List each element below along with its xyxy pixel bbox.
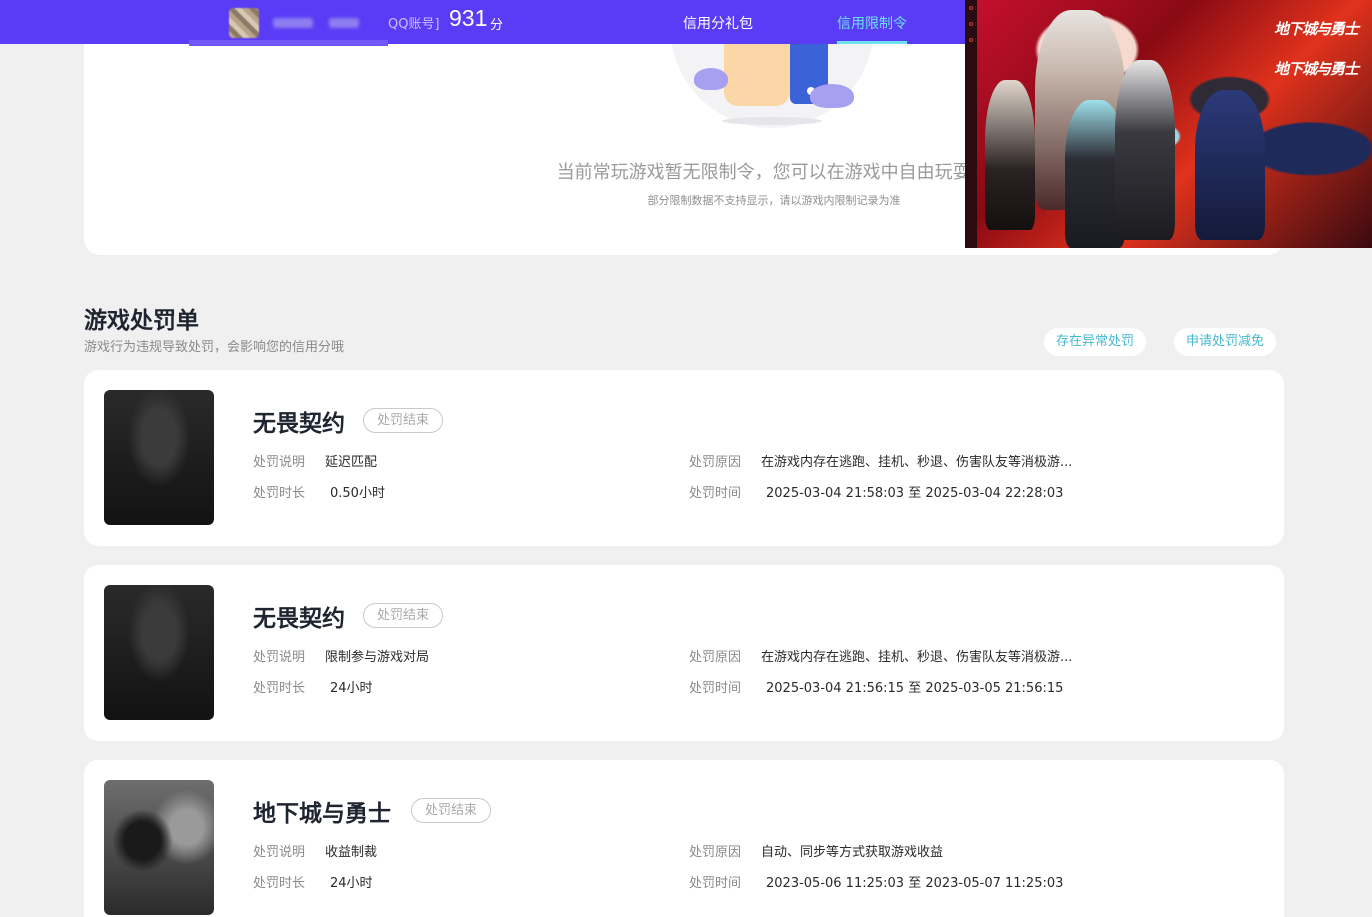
- penalty-reason-value: 在游戏内存在逃跑、挂机、秒退、伤害队友等消极游...: [761, 455, 1073, 470]
- qq-number-blurred: [329, 18, 359, 28]
- avatar[interactable]: [229, 8, 259, 38]
- penalty-reason-label: 处罚原因: [689, 845, 742, 860]
- penalty-time-label: 处罚时间: [689, 876, 742, 891]
- penalty-duration-value: 0.50小时: [330, 486, 385, 501]
- dnf-logo: 地下城与勇士: [1273, 20, 1359, 38]
- penalty-card[interactable]: 无畏契约 处罚结束 处罚说明 延迟匹配 处罚时长 0.50小时 处罚原因 在游戏…: [84, 370, 1284, 546]
- game-thumbnail: [104, 780, 214, 915]
- penalty-reason-value: 在游戏内存在逃跑、挂机、秒退、伤害队友等消极游...: [761, 650, 1073, 665]
- penalty-reason-value: 自动、同步等方式获取游戏收益: [761, 845, 944, 860]
- penalty-section-subtitle: 游戏行为违规导致处罚，会影响您的信用分哦: [84, 340, 345, 355]
- game-title: 无畏契约: [253, 411, 345, 437]
- penalty-time-label: 处罚时间: [689, 486, 742, 501]
- penalty-time-value: 2025-03-04 21:56:15 至 2025-03-05 21:56:1…: [766, 681, 1064, 696]
- penalty-desc-label: 处罚说明: [253, 845, 306, 860]
- tab-credit-gift[interactable]: 信用分礼包: [683, 13, 753, 33]
- apply-penalty-reduction-button[interactable]: 申请处罚减免: [1174, 328, 1277, 356]
- status-badge: 处罚结束: [411, 798, 492, 823]
- penalty-duration-label: 处罚时长: [253, 486, 306, 501]
- penalty-time-label: 处罚时间: [689, 681, 742, 696]
- penalty-card[interactable]: 地下城与勇士 处罚结束 处罚说明 收益制裁 处罚时长 24小时 处罚原因 自动、…: [84, 760, 1284, 917]
- game-title: 地下城与勇士: [253, 801, 391, 827]
- penalty-desc-label: 处罚说明: [253, 455, 306, 470]
- nickname-blurred: [273, 18, 313, 28]
- game-title: 无畏契约: [253, 606, 345, 632]
- status-badge: 处罚结束: [363, 408, 444, 433]
- penalty-desc-label: 处罚说明: [253, 650, 306, 665]
- game-thumbnail: [104, 585, 214, 720]
- penalty-desc-value: 延迟匹配: [325, 455, 378, 470]
- penalty-duration-label: 处罚时长: [253, 876, 306, 891]
- qq-account-label: QQ账号]: [388, 17, 440, 32]
- penalty-time-value: 2025-03-04 21:58:03 至 2025-03-04 22:28:0…: [766, 486, 1064, 501]
- penalty-card[interactable]: 无畏契约 处罚结束 处罚说明 限制参与游戏对局 处罚时长 24小时 处罚原因 在…: [84, 565, 1284, 741]
- penalty-reason-label: 处罚原因: [689, 650, 742, 665]
- credit-score-unit: 分: [490, 18, 504, 33]
- penalty-section-title: 游戏处罚单: [84, 308, 199, 334]
- penalty-duration-value: 24小时: [330, 681, 373, 696]
- game-thumbnail: [104, 390, 214, 525]
- penalty-desc-value: 收益制裁: [325, 845, 378, 860]
- penalty-duration-value: 24小时: [330, 876, 373, 891]
- user-info[interactable]: [189, 0, 388, 46]
- penalty-time-value: 2023-05-06 11:25:03 至 2023-05-07 11:25:0…: [766, 876, 1064, 891]
- active-tab-indicator: [837, 41, 907, 44]
- report-abnormal-penalty-button[interactable]: 存在异常处罚: [1044, 328, 1147, 356]
- penalty-duration-label: 处罚时长: [253, 681, 306, 696]
- status-badge: 处罚结束: [363, 603, 444, 628]
- credit-score: 931: [449, 5, 488, 31]
- dnf-logo-secondary: 地下城与勇士: [1273, 60, 1359, 78]
- penalty-desc-value: 限制参与游戏对局: [325, 650, 430, 665]
- penalty-reason-label: 处罚原因: [689, 455, 742, 470]
- tab-credit-restriction[interactable]: 信用限制令: [837, 13, 907, 33]
- game-promo-banner[interactable]: 地下城与勇士 地下城与勇士: [965, 0, 1372, 248]
